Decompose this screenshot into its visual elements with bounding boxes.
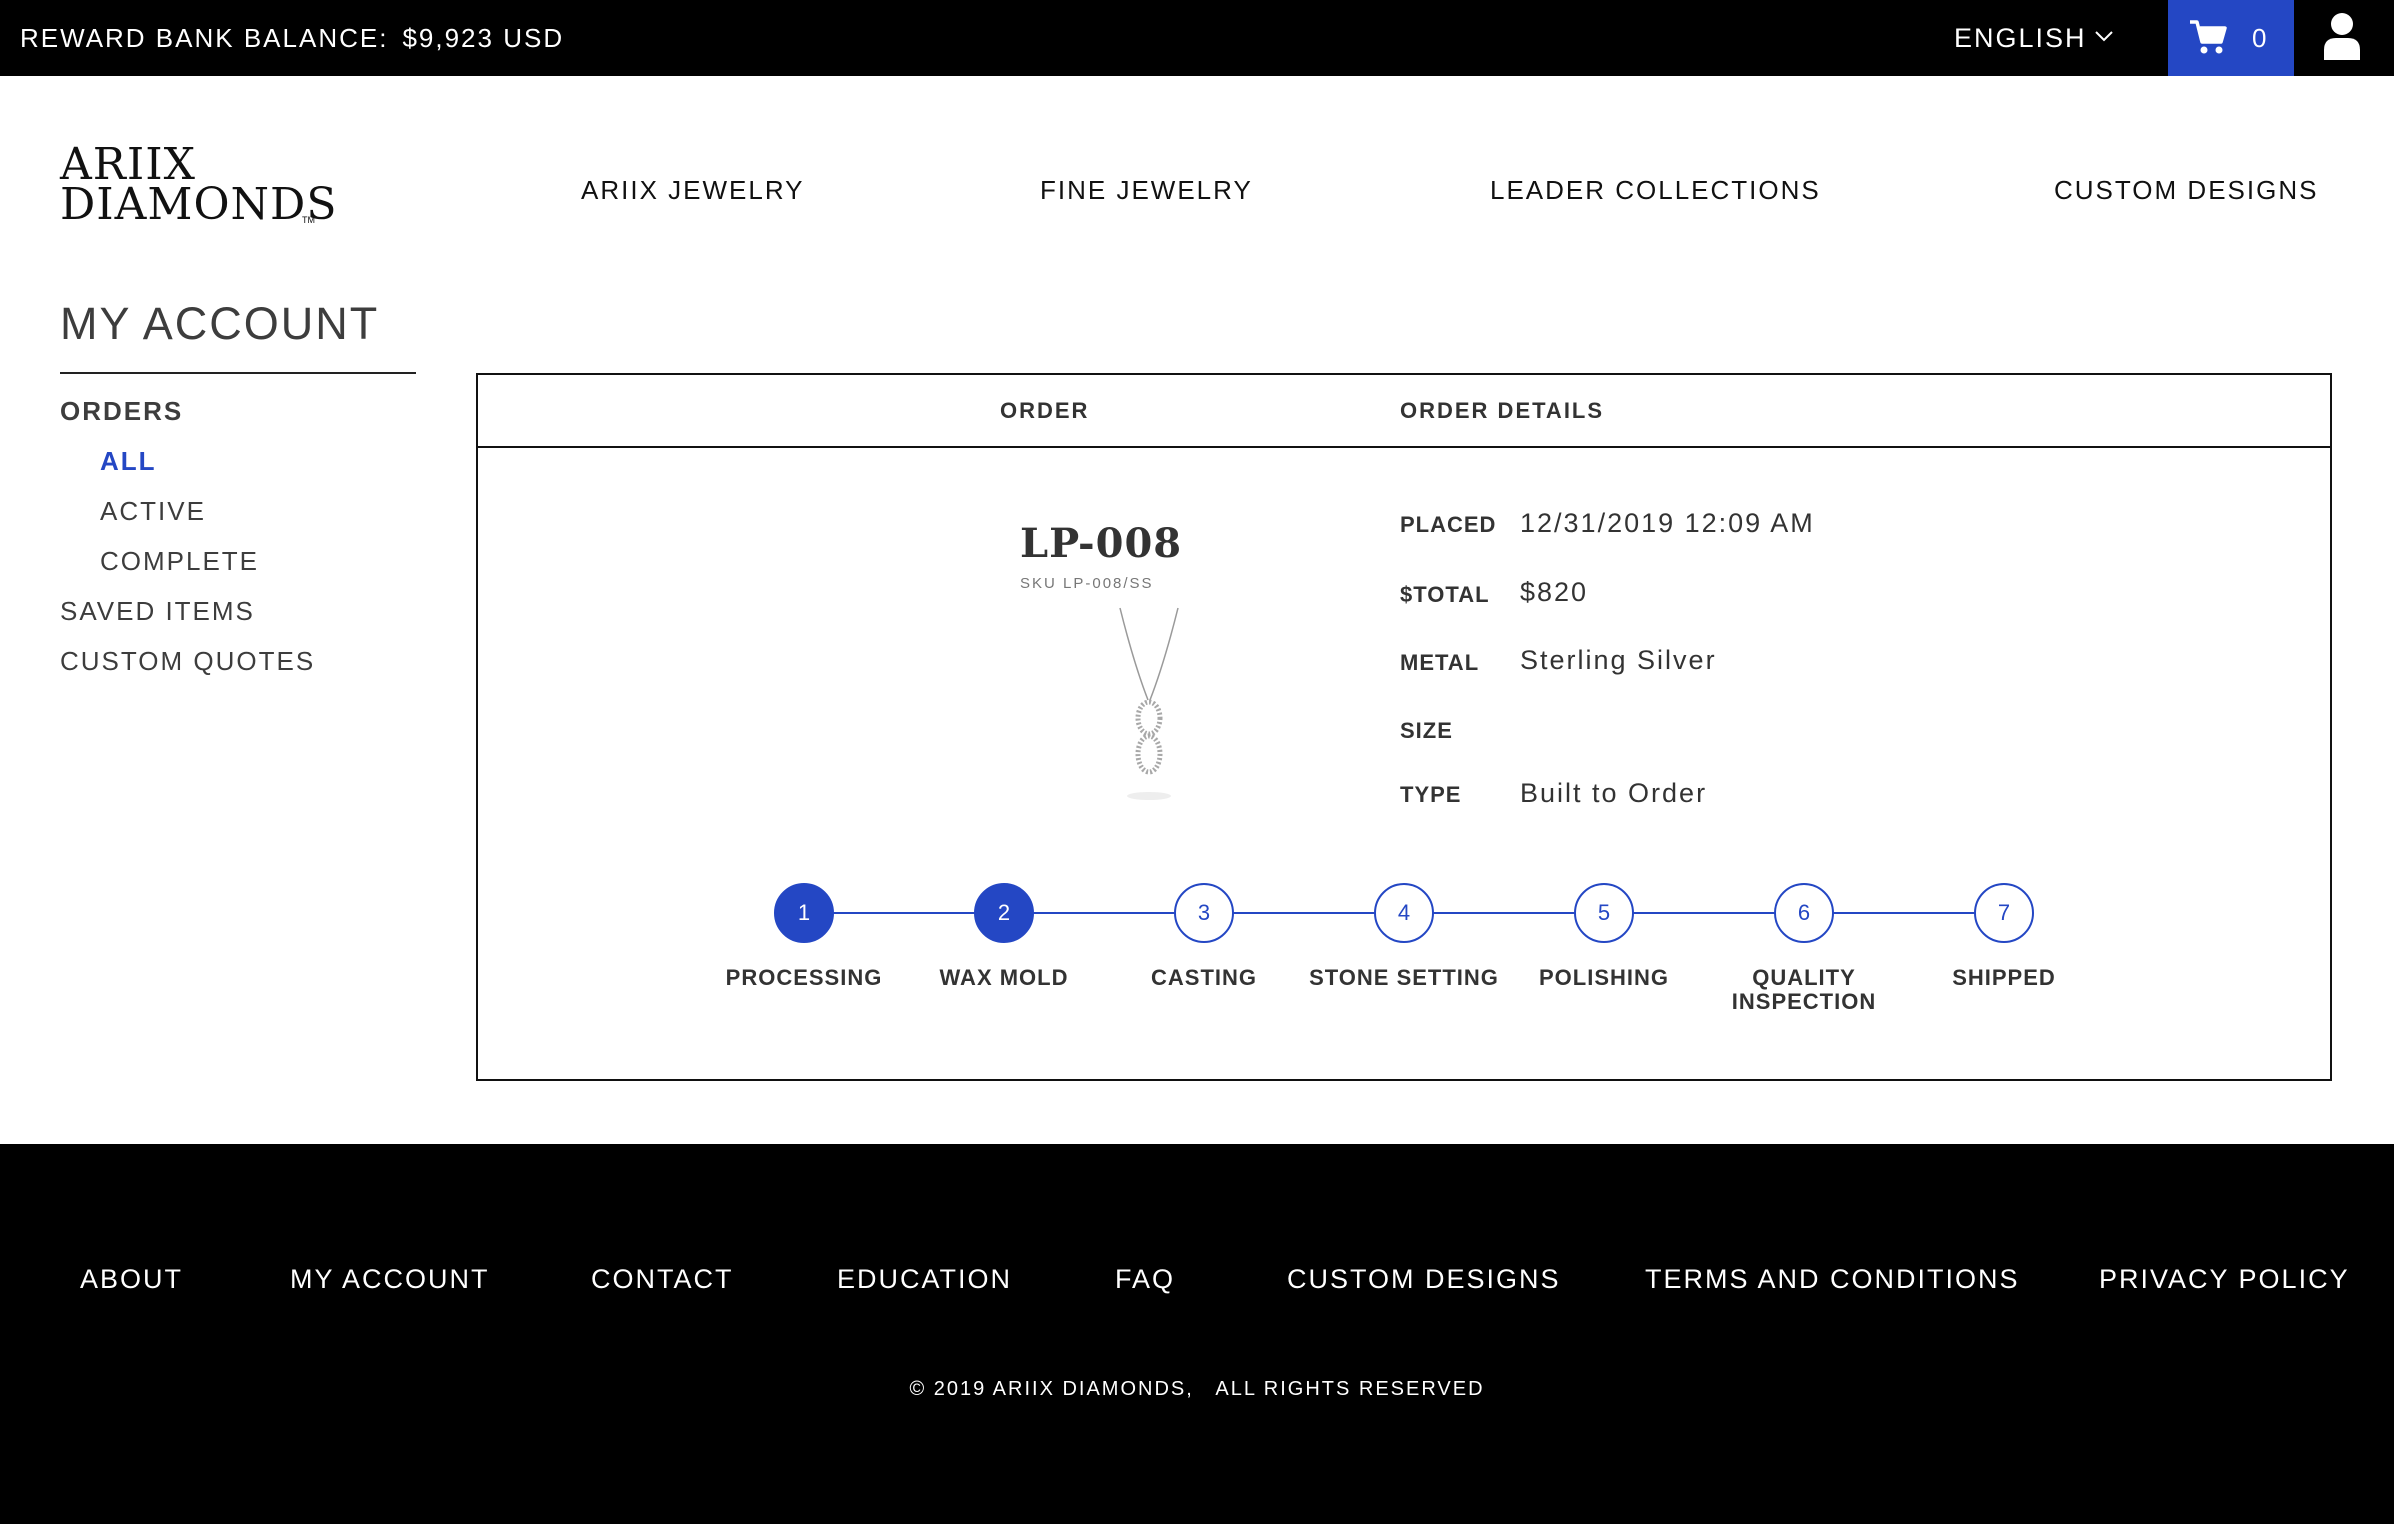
step-label-shipped: SHIPPED	[1952, 965, 2056, 990]
title-divider	[60, 372, 416, 374]
detail-label-placed: PLACED	[1400, 512, 1497, 537]
detail-label-metal: METAL	[1400, 650, 1480, 675]
footer-link-about[interactable]: ABOUT	[80, 1264, 183, 1295]
brand-line2: DIAMONDS	[60, 179, 338, 230]
detail-value-metal: Sterling Silver	[1520, 645, 1717, 675]
footer-link-education[interactable]: EDUCATION	[837, 1264, 1012, 1295]
user-icon[interactable]	[2322, 12, 2362, 60]
cart-count: 0	[2252, 23, 2267, 53]
panel-header-divider	[476, 446, 2332, 448]
copyright: © 2019 ARIIX DIAMONDS, ALL RIGHTS RESERV…	[909, 1378, 1485, 1400]
brand-tm: TM	[302, 215, 315, 225]
sidebar-item-complete[interactable]: COMPLETE	[100, 546, 259, 577]
reward-label: REWARD BANK BALANCE:	[20, 23, 389, 53]
nav-leader-collections[interactable]: LEADER COLLECTIONS	[1490, 170, 1821, 210]
footer	[0, 1144, 2394, 1524]
sidebar-item-custom-quotes[interactable]: CUSTOM QUOTES	[60, 646, 315, 677]
page-title: MY ACCOUNT	[60, 298, 380, 349]
language-selector[interactable]: ENGLISH	[1954, 0, 2087, 76]
step-label-quality-inspection: QUALITY INSPECTION	[1731, 965, 1877, 1014]
nav-custom-designs[interactable]: CUSTOM DESIGNS	[2054, 170, 2318, 210]
chevron-down-icon[interactable]	[2094, 26, 2114, 46]
product-name: LP-008	[1020, 520, 1183, 567]
footer-link-terms[interactable]: TERMS AND CONDITIONS	[1645, 1264, 2020, 1295]
cart-icon[interactable]	[2188, 18, 2228, 56]
column-header-order-details: ORDER DETAILS	[1400, 398, 1605, 423]
detail-label-type: TYPE	[1400, 782, 1462, 807]
step-label-wax-mold: WAX MOLD	[939, 965, 1069, 990]
reward-value: $9,923 USD	[402, 23, 565, 53]
detail-value-type: Built to Order	[1520, 778, 1708, 808]
footer-link-custom-designs[interactable]: CUSTOM DESIGNS	[1287, 1264, 1561, 1295]
detail-label-total: $TOTAL	[1400, 582, 1490, 607]
sidebar-item-orders[interactable]: ORDERS	[60, 396, 183, 427]
pendant-image	[1119, 607, 1179, 800]
step-circle-wax-mold: 2	[974, 883, 1034, 943]
step-circle-quality-inspection: 6	[1774, 883, 1834, 943]
step-circle-stone-setting: 4	[1374, 883, 1434, 943]
step-circle-casting: 3	[1174, 883, 1234, 943]
footer-link-my-account[interactable]: MY ACCOUNT	[290, 1264, 490, 1295]
reward-balance: REWARD BANK BALANCE: $9,923 USD	[20, 0, 564, 76]
step-circle-processing: 1	[774, 883, 834, 943]
footer-link-faq[interactable]: FAQ	[1115, 1264, 1175, 1295]
sidebar-item-saved-items[interactable]: SAVED ITEMS	[60, 596, 255, 627]
step-label-stone-setting: STONE SETTING	[1309, 965, 1499, 990]
sidebar-item-all[interactable]: ALL	[100, 446, 157, 477]
footer-link-contact[interactable]: CONTACT	[591, 1264, 734, 1295]
cart-button[interactable]	[2168, 0, 2294, 76]
detail-label-size: SIZE	[1400, 718, 1453, 743]
step-circle-shipped: 7	[1974, 883, 2034, 943]
footer-link-privacy[interactable]: PRIVACY POLICY	[2099, 1264, 2350, 1295]
step-circle-polishing: 5	[1574, 883, 1634, 943]
column-header-order: ORDER	[1000, 398, 1090, 423]
sidebar-item-active[interactable]: ACTIVE	[100, 496, 206, 527]
detail-value-total: $820	[1520, 577, 1589, 607]
step-label-casting: CASTING	[1151, 965, 1257, 990]
step-label-processing: PROCESSING	[725, 965, 883, 990]
product-sku: SKU LP-008/SS	[1020, 575, 1154, 592]
detail-value-placed: 12/31/2019 12:09 AM	[1520, 508, 1815, 538]
nav-ariix-jewelry[interactable]: ARIIX JEWELRY	[581, 170, 804, 210]
brand-logo[interactable]: ARIIX DIAMONDS TM	[60, 143, 336, 233]
step-label-polishing: POLISHING	[1538, 965, 1669, 990]
nav-fine-jewelry[interactable]: FINE JEWELRY	[1040, 170, 1253, 210]
